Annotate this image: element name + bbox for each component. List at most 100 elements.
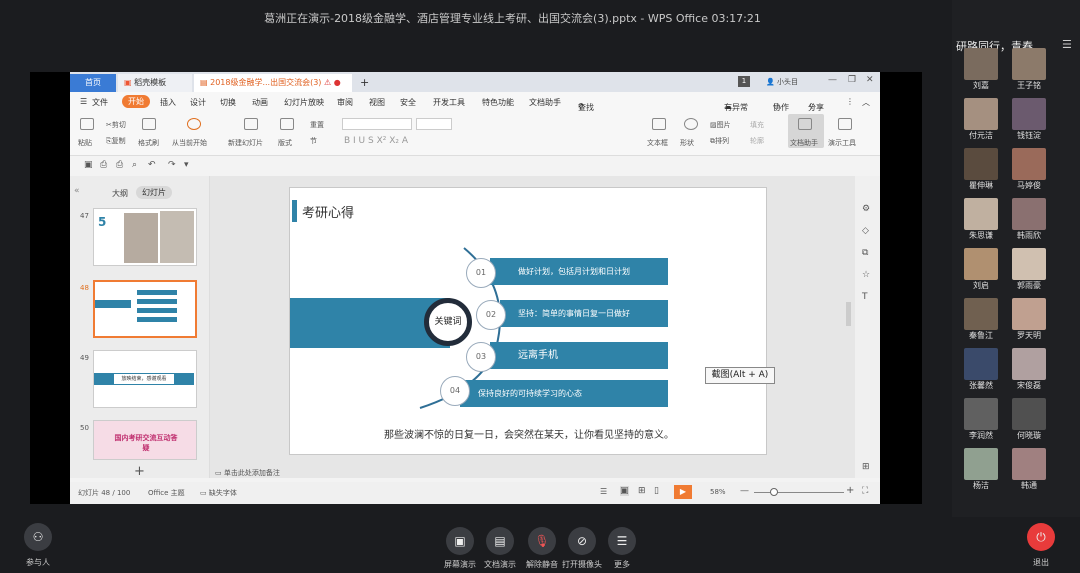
menu-icon[interactable]: ☰ [80, 97, 87, 106]
collapse-ribbon-icon[interactable]: ︿ [862, 97, 870, 108]
wps-restore-icon[interactable]: ❐ [848, 75, 856, 85]
participant-tile[interactable]: 王子铭 [1004, 48, 1050, 92]
participant-tile[interactable]: 韩雨欣 [1004, 198, 1050, 242]
participant-tile[interactable]: 罗天明 [1004, 298, 1050, 342]
pane-tab-outline[interactable]: 大纲 [112, 188, 128, 199]
redo-icon[interactable]: ↷ [168, 160, 176, 170]
wps-minimize-icon[interactable]: — [828, 75, 837, 85]
present-tool-icon[interactable] [838, 118, 852, 130]
menu-file[interactable]: 文件 [92, 97, 108, 108]
play-from-current-icon[interactable] [187, 118, 201, 130]
paste-icon[interactable] [80, 118, 94, 130]
from-current-label[interactable]: 从当前开始 [172, 138, 207, 148]
grid-view-icon[interactable]: ⊞ [862, 462, 870, 472]
zoom-level[interactable]: 58% [710, 488, 726, 496]
slide-thumb-49[interactable]: 放映结束，感谢观看 [93, 350, 197, 408]
wps-close-icon[interactable]: ✕ [866, 75, 874, 85]
menu-transition[interactable]: 切换 [220, 97, 236, 108]
roster-menu-icon[interactable]: ☰ [1062, 38, 1072, 51]
menu-design[interactable]: 设计 [190, 97, 206, 108]
participant-tile[interactable]: 李润然 [956, 398, 1002, 442]
new-tab-icon[interactable]: + [354, 74, 375, 92]
outline-button[interactable]: 轮廓 [750, 136, 764, 146]
shape-style-icon[interactable]: ◇ [862, 226, 869, 236]
font-name-select[interactable] [342, 118, 412, 130]
paste-label[interactable]: 粘贴 [78, 138, 92, 148]
textbox-label[interactable]: 文本框 [647, 138, 668, 148]
participant-tile[interactable]: 宋俊磊 [1004, 348, 1050, 392]
menu-security[interactable]: 安全 [400, 97, 416, 108]
zoom-out-icon[interactable]: — [740, 486, 749, 496]
arrange-button[interactable]: ⧉排列 [710, 136, 729, 146]
play-slideshow-icon[interactable]: ▶ [674, 485, 692, 499]
participant-tile[interactable]: 付元洁 [956, 98, 1002, 142]
participant-tile[interactable]: 韩通 [1004, 448, 1050, 492]
save-icon[interactable]: ▣ [84, 160, 93, 170]
participant-tile[interactable]: 刘启 [956, 248, 1002, 292]
canvas-scrollbar[interactable] [846, 302, 851, 326]
reading-view-icon[interactable]: ▯ [654, 486, 659, 496]
layout-icon[interactable] [280, 118, 294, 130]
new-slide-label[interactable]: 新建幻灯片 [228, 138, 263, 148]
fill-button[interactable]: 填充 [750, 120, 764, 130]
fit-window-icon[interactable]: ⛶ [862, 486, 868, 496]
font-size-select[interactable] [416, 118, 452, 130]
menu-view[interactable]: 视图 [369, 97, 385, 108]
tab-document[interactable]: ▤ 2018级金融学...出国交流会(3) ⚠ ● [194, 74, 352, 92]
participant-tile[interactable]: 朱思谦 [956, 198, 1002, 242]
current-slide[interactable]: 考研心得 关键词 做好计划，包括月计划和日计划 01 坚持：简单的事情日复一日做… [289, 187, 767, 455]
slide-thumb-47[interactable]: 5 [93, 208, 197, 266]
zoom-slider-thumb[interactable] [770, 488, 778, 496]
participant-tile[interactable]: 郭雨豪 [1004, 248, 1050, 292]
new-slide-icon[interactable] [244, 118, 258, 130]
participant-tile[interactable]: 秦鲁江 [956, 298, 1002, 342]
page-badge[interactable]: 1 [738, 76, 750, 87]
image-button[interactable]: ▨图片 [710, 120, 731, 130]
participant-tile[interactable]: 马婷俊 [1004, 148, 1050, 192]
section-button[interactable]: 节 [310, 136, 317, 146]
participant-tile[interactable]: 钱钰淀 [1004, 98, 1050, 142]
animation-icon[interactable]: ☆ [862, 270, 870, 280]
notes-toggle-icon[interactable]: ☰ [600, 487, 607, 496]
reset-button[interactable]: 重置 [310, 120, 324, 130]
camera-button[interactable]: ⊘ [568, 527, 596, 555]
shape-icon[interactable] [684, 118, 698, 130]
zoom-in-icon[interactable]: + [846, 485, 854, 496]
add-notes[interactable]: ▭ 单击此处添加备注 [215, 468, 280, 478]
share-screen-button[interactable]: ▣ [446, 527, 474, 555]
format-painter-icon[interactable] [142, 118, 156, 130]
export-icon[interactable]: ⎙ [100, 160, 107, 170]
participant-tile[interactable]: 刘嘉 [956, 48, 1002, 92]
undo-icon[interactable]: ↶ [148, 160, 156, 170]
participant-tile[interactable]: 何晓璇 [1004, 398, 1050, 442]
adjust-icon[interactable]: ⚙ [862, 204, 870, 214]
font-style-buttons[interactable]: B I U S X² X₂ A [344, 136, 408, 146]
layout-label[interactable]: 版式 [278, 138, 292, 148]
sorter-view-icon[interactable]: ⊞ [638, 486, 646, 496]
slide-thumb-50[interactable]: 国内考研交流互动答疑 [93, 420, 197, 460]
present-tool-label[interactable]: 演示工具 [828, 138, 856, 148]
zoom-slider[interactable] [754, 492, 844, 493]
participant-tile[interactable]: 杨洁 [956, 448, 1002, 492]
normal-view-icon[interactable]: ▣ [620, 486, 629, 496]
menu-insert[interactable]: 插入 [160, 97, 176, 108]
menu-features[interactable]: 特色功能 [482, 97, 514, 108]
add-slide-icon[interactable]: + [134, 464, 145, 479]
format-painter-label[interactable]: 格式刷 [138, 138, 159, 148]
cut-button[interactable]: ✂剪切 [106, 120, 126, 130]
menu-devtools[interactable]: 开发工具 [433, 97, 465, 108]
missing-font[interactable]: ▭ 缺失字体 [200, 488, 237, 498]
participants-button[interactable]: ⚇ [24, 523, 52, 551]
participant-tile[interactable]: 张馨然 [956, 348, 1002, 392]
more-button[interactable]: ☰ [608, 527, 636, 555]
leave-button[interactable]: ⏻ [1027, 523, 1055, 551]
slide-thumb-48[interactable] [93, 280, 197, 338]
print-icon[interactable]: ⎙ [116, 160, 123, 170]
menu-animation[interactable]: 动画 [252, 97, 268, 108]
copy-button[interactable]: ⎘复制 [106, 136, 126, 146]
menu-start[interactable]: 开始 [122, 95, 150, 108]
participant-tile[interactable]: 瞿伸琳 [956, 148, 1002, 192]
tab-home[interactable]: 首页 [70, 74, 116, 92]
share-doc-button[interactable]: ▤ [486, 527, 514, 555]
more-menu-icon[interactable]: ⋮ [846, 97, 854, 106]
